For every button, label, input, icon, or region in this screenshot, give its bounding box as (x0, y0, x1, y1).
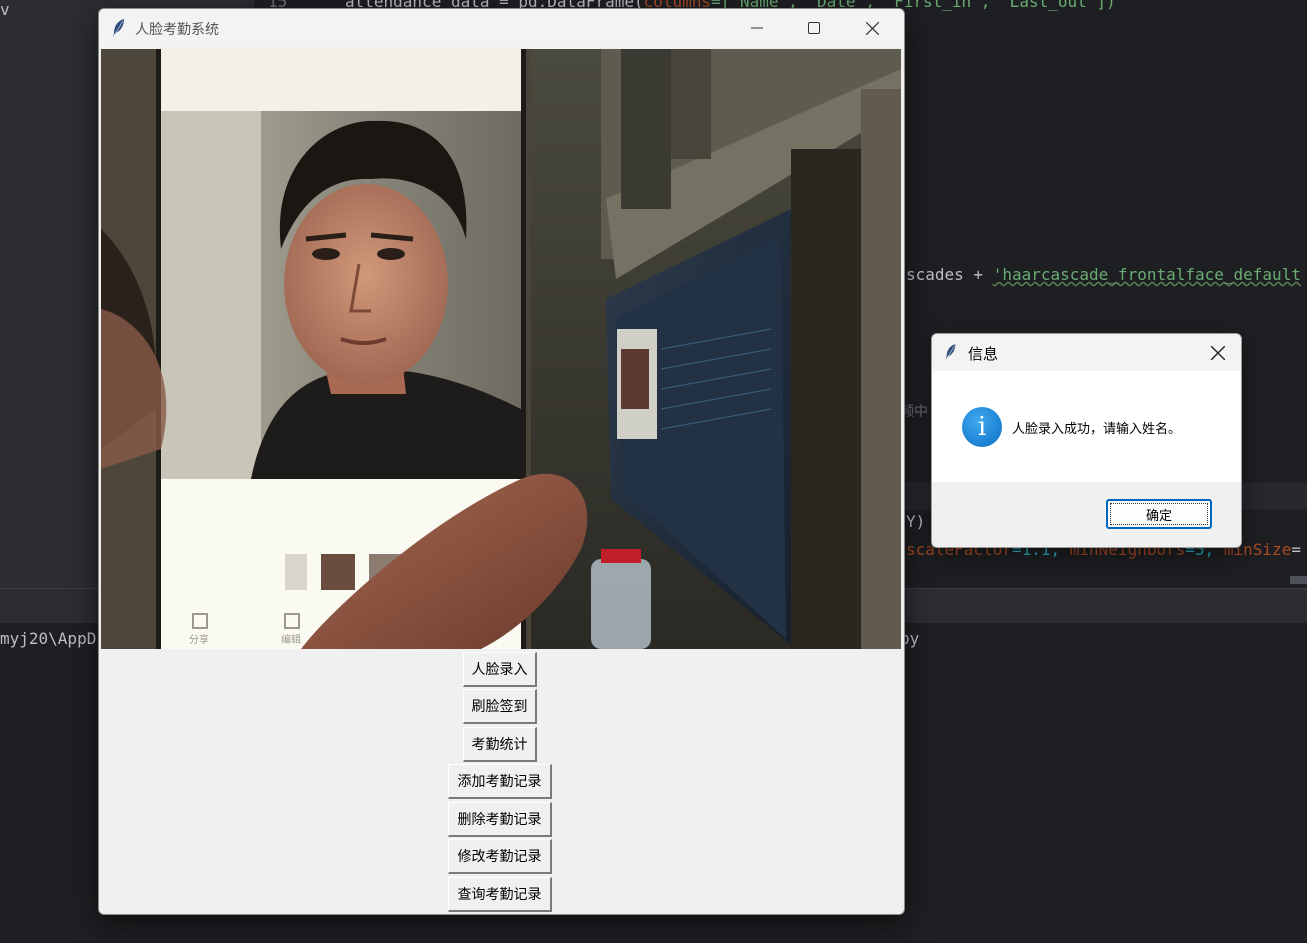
edit-record-button[interactable]: 修改考勤记录 (448, 839, 552, 874)
ok-button[interactable]: 确定 (1106, 499, 1212, 529)
delete-record-button[interactable]: 删除考勤记录 (448, 802, 552, 837)
code-token: scades + (906, 265, 993, 284)
dialog-titlebar[interactable]: 信息 (932, 334, 1241, 371)
tk-feather-icon (113, 19, 124, 37)
info-dialog: 信息 i 人脸录入成功，请输入姓名。 确定 (931, 333, 1242, 548)
maximize-button[interactable] (786, 9, 842, 47)
project-tree-item: v (0, 0, 10, 19)
editor-scrollbar[interactable] (1290, 576, 1307, 584)
close-icon (865, 21, 879, 35)
minimize-button[interactable] (729, 9, 785, 47)
attendance-stats-button[interactable]: 考勤统计 (463, 727, 537, 762)
close-button[interactable] (844, 9, 900, 47)
face-checkin-button[interactable]: 刷脸签到 (463, 689, 537, 724)
attendance-app-window: 人脸考勤系统 分享 编辑 人脸录入 刷脸签到 考勤统计 添加考勤记录 删除考勤记… (98, 8, 905, 915)
code-token: 'haarcascade_frontalface_default (992, 265, 1301, 284)
dialog-body: i 人脸录入成功，请输入姓名。 (932, 371, 1241, 482)
code-token: = (1291, 540, 1301, 559)
dialog-message: 人脸录入成功，请输入姓名。 (1012, 422, 1182, 437)
app-title: 人脸考勤系统 (135, 22, 219, 38)
maximize-icon (808, 22, 820, 34)
edit-label: 编辑 (281, 635, 301, 646)
share-label: 分享 (189, 635, 209, 646)
add-record-button[interactable]: 添加考勤记录 (448, 764, 552, 799)
code-line-y: Y) (906, 512, 926, 531)
terminal-line: myj20\AppD (0, 629, 97, 648)
tk-feather-icon (945, 344, 956, 360)
dialog-title: 信息 (968, 345, 999, 363)
close-icon (1211, 346, 1225, 360)
camera-frame-image (101, 49, 901, 649)
query-record-button[interactable]: 查询考勤记录 (448, 877, 552, 912)
camera-feed: 分享 编辑 (101, 49, 901, 649)
dialog-close-button[interactable] (1204, 340, 1232, 366)
app-titlebar[interactable]: 人脸考勤系统 (99, 9, 904, 47)
face-register-button[interactable]: 人脸录入 (463, 652, 537, 687)
minimize-icon (751, 27, 763, 29)
dialog-footer: 确定 (932, 482, 1241, 547)
code-line-cascade: scades + 'haarcascade_frontalface_defaul… (906, 265, 1301, 285)
info-icon: i (962, 407, 1002, 447)
